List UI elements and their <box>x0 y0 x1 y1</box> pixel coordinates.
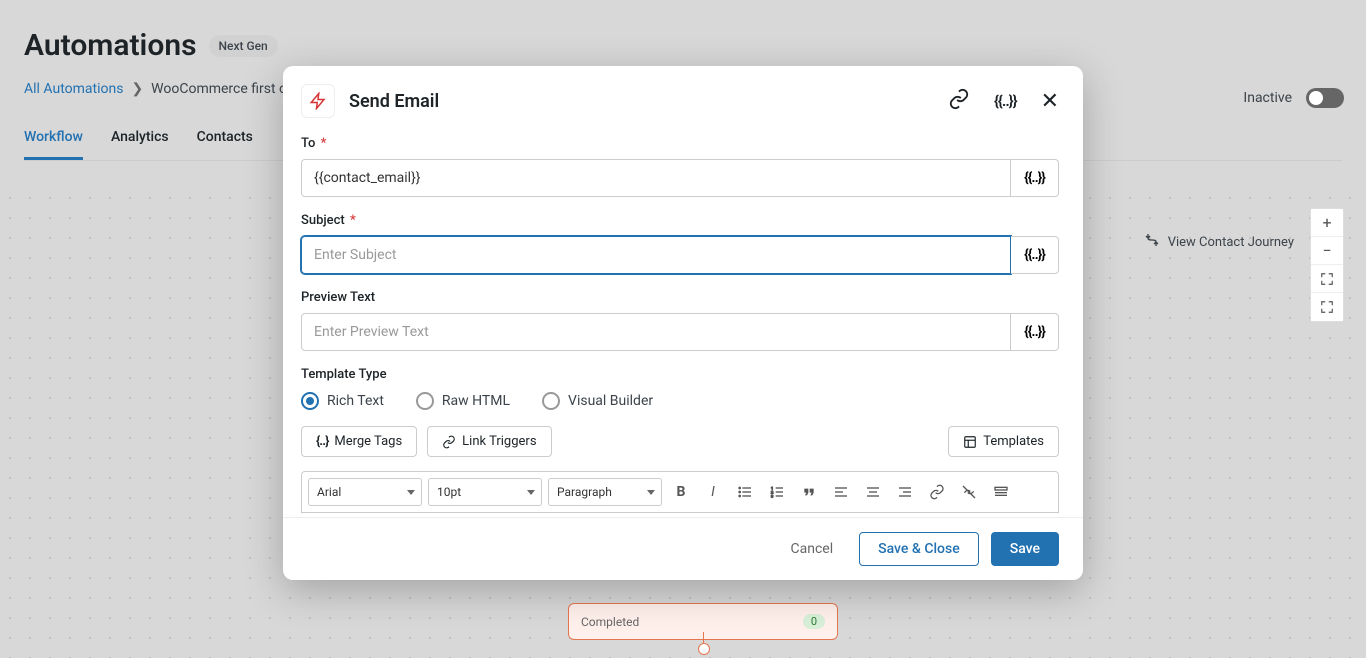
merge-tag-icon[interactable]: {{‥}} <box>994 92 1017 110</box>
radio-raw-html-label: Raw HTML <box>442 393 510 409</box>
save-close-button[interactable]: Save & Close <box>859 532 979 566</box>
more-format-button[interactable] <box>988 479 1014 505</box>
modal-overlay: Send Email {{‥}} ✕ To * {{‥}} <box>0 0 1366 658</box>
preview-merge-button[interactable]: {{‥}} <box>1011 313 1059 351</box>
subject-label: Subject * <box>301 213 1059 228</box>
merge-tags-icon: {‥} <box>316 434 328 449</box>
italic-button[interactable]: I <box>700 479 726 505</box>
to-merge-button[interactable]: {{‥}} <box>1011 159 1059 197</box>
subject-input[interactable] <box>301 236 1011 274</box>
send-email-modal: Send Email {{‥}} ✕ To * {{‥}} <box>283 66 1083 580</box>
radio-visual-builder[interactable]: Visual Builder <box>542 392 653 410</box>
quote-button[interactable] <box>796 479 822 505</box>
link-triggers-icon <box>442 435 456 449</box>
svg-text:3: 3 <box>771 493 773 498</box>
save-button[interactable]: Save <box>991 532 1059 566</box>
to-input[interactable] <box>301 159 1011 197</box>
size-select[interactable]: 10pt <box>428 478 542 506</box>
link-icon[interactable] <box>948 88 970 114</box>
cancel-button[interactable]: Cancel <box>777 532 848 566</box>
unlink-button[interactable] <box>956 479 982 505</box>
template-type-label: Template Type <box>301 367 1059 382</box>
insert-link-button[interactable] <box>924 479 950 505</box>
align-right-button[interactable] <box>892 479 918 505</box>
merge-tags-button[interactable]: {‥} Merge Tags <box>301 426 417 457</box>
subject-merge-button[interactable]: {{‥}} <box>1011 236 1059 274</box>
number-list-button[interactable]: 123 <box>764 479 790 505</box>
radio-raw-html[interactable]: Raw HTML <box>416 392 510 410</box>
preview-label: Preview Text <box>301 290 1059 305</box>
close-icon[interactable]: ✕ <box>1041 89 1059 114</box>
radio-rich-text[interactable]: Rich Text <box>301 392 384 410</box>
format-select[interactable]: Paragraph <box>548 478 662 506</box>
bullet-list-button[interactable] <box>732 479 758 505</box>
templates-icon <box>963 435 977 449</box>
modal-title: Send Email <box>349 91 439 112</box>
link-triggers-button[interactable]: Link Triggers <box>427 426 551 457</box>
action-bolt-icon <box>301 84 335 118</box>
templates-button[interactable]: Templates <box>948 426 1059 457</box>
radio-rich-text-label: Rich Text <box>327 393 384 409</box>
align-center-button[interactable] <box>860 479 886 505</box>
editor-toolbar: Arial 10pt Paragraph B I 123 <box>301 471 1059 513</box>
preview-input[interactable] <box>301 313 1011 351</box>
font-select[interactable]: Arial <box>308 478 422 506</box>
to-label: To * <box>301 136 1059 151</box>
radio-visual-builder-label: Visual Builder <box>568 393 653 409</box>
bold-button[interactable]: B <box>668 479 694 505</box>
align-left-button[interactable] <box>828 479 854 505</box>
